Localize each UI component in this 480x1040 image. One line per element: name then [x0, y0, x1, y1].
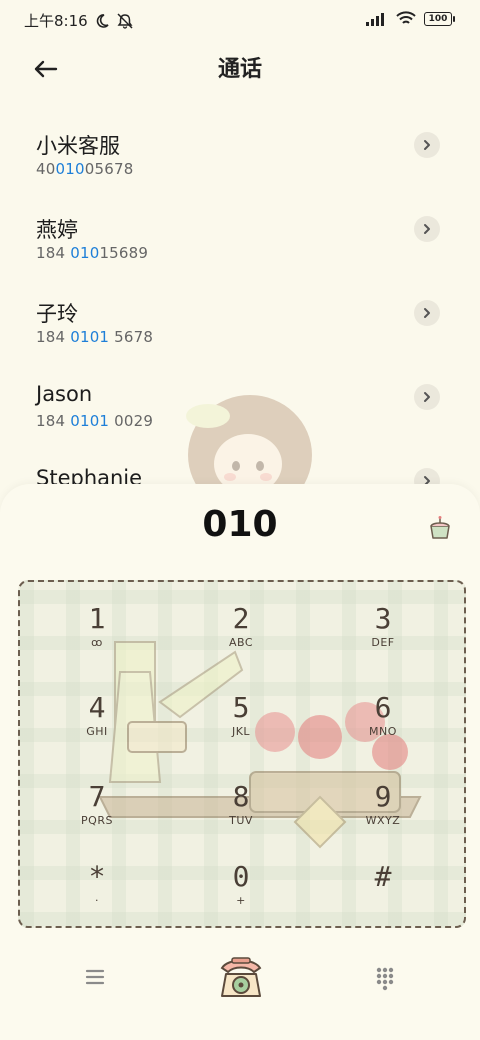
chevron-right-icon — [424, 392, 430, 402]
key-letters: PQRS — [81, 814, 113, 827]
contact-row[interactable]: 子玲 184 0101 5678 — [0, 288, 480, 372]
key-digit: 6 — [374, 691, 392, 724]
contact-name: 燕婷 — [36, 218, 78, 242]
backspace-cake-icon — [430, 516, 450, 539]
key-star[interactable]: * · — [37, 848, 157, 926]
contact-list: 小米客服 4001005678 燕婷 184 01015689 子玲 184 0… — [0, 120, 480, 488]
key-9[interactable]: 9 WXYZ — [323, 768, 443, 848]
key-hash[interactable]: # — [323, 848, 443, 926]
key-digit: 0 — [232, 860, 250, 893]
contact-detail-button[interactable] — [414, 384, 440, 410]
chevron-right-icon — [424, 308, 430, 318]
contact-number: 184 0101 0029 — [36, 412, 154, 430]
key-letters: + — [236, 894, 246, 907]
status-right: 100 — [366, 11, 455, 26]
chevron-right-icon — [424, 140, 430, 150]
keypad: 1 ꝏ 2 ABC 3 DEF 4 GHI 5 JKL 6 MNO 7 PQRS… — [18, 580, 466, 928]
chevron-right-icon — [424, 224, 430, 234]
key-digit: # — [374, 860, 392, 893]
key-letters: · — [95, 894, 99, 907]
key-digit: 1 — [88, 602, 106, 635]
key-0[interactable]: 0 + — [181, 848, 301, 926]
status-left: 上午8:16 — [24, 10, 134, 31]
contact-name: 小米客服 — [36, 134, 120, 158]
signal-icon — [366, 12, 384, 26]
back-button[interactable] — [28, 52, 64, 88]
key-letters: DEF — [371, 636, 395, 649]
key-7[interactable]: 7 PQRS — [37, 768, 157, 848]
contact-row[interactable]: 小米客服 4001005678 — [0, 120, 480, 204]
phone-screen: 上午8:16 100 通话 小米客服 4001005678 燕婷 184 010… — [0, 0, 480, 1040]
key-letters: WXYZ — [365, 814, 401, 827]
key-4[interactable]: 4 GHI — [37, 679, 157, 759]
dialpad-toggle-button[interactable] — [370, 962, 400, 992]
status-bar: 上午8:16 100 — [0, 0, 480, 40]
arrow-left-icon — [34, 60, 58, 78]
key-digit: 2 — [232, 602, 250, 635]
contact-name: 子玲 — [36, 302, 78, 326]
wifi-icon — [396, 11, 416, 24]
menu-button[interactable] — [80, 962, 110, 992]
key-8[interactable]: 8 TUV — [181, 768, 301, 848]
key-letters: TUV — [229, 814, 253, 827]
bottom-bar — [0, 940, 480, 1020]
key-digit: 5 — [232, 691, 250, 724]
key-6[interactable]: 6 MNO — [323, 679, 443, 759]
contact-number: 184 0101 5678 — [36, 328, 154, 346]
contact-detail-button[interactable] — [414, 300, 440, 326]
key-letters: ABC — [228, 636, 254, 649]
contact-number: 4001005678 — [36, 160, 134, 178]
key-digit: * — [88, 860, 106, 893]
key-5[interactable]: 5 JKL — [181, 679, 301, 759]
rotary-phone-icon — [220, 957, 262, 997]
key-letters: GHI — [86, 725, 108, 738]
key-2[interactable]: 2 ABC — [181, 590, 301, 670]
moon-icon — [96, 13, 109, 28]
contact-row[interactable]: Jason 184 0101 0029 — [0, 372, 480, 456]
contact-name: Jason — [36, 382, 93, 406]
key-digit: 4 — [88, 691, 106, 724]
battery-icon: 100 — [424, 11, 455, 26]
contact-detail-button[interactable] — [414, 132, 440, 158]
key-digit: 7 — [88, 780, 106, 813]
key-digit: 9 — [374, 780, 392, 813]
contact-detail-button[interactable] — [414, 216, 440, 242]
dialed-number: 010 — [202, 504, 278, 545]
bell-muted-icon — [117, 12, 133, 29]
key-1[interactable]: 1 ꝏ — [37, 590, 157, 670]
hamburger-menu-icon — [85, 969, 105, 985]
key-letters: MNO — [369, 725, 397, 738]
contact-row[interactable]: 燕婷 184 01015689 — [0, 204, 480, 288]
status-time: 上午8:16 — [24, 12, 88, 30]
contact-number: 184 01015689 — [36, 244, 149, 262]
page-title: 通话 — [217, 57, 262, 82]
delete-button[interactable] — [426, 514, 454, 542]
voicemail-icon: ꝏ — [91, 636, 103, 649]
key-digit: 8 — [232, 780, 250, 813]
call-button[interactable] — [214, 950, 268, 1004]
key-3[interactable]: 3 DEF — [323, 590, 443, 670]
dialpad-grid-icon — [376, 967, 394, 991]
key-letters: JKL — [231, 725, 251, 738]
key-digit: 3 — [374, 602, 392, 635]
